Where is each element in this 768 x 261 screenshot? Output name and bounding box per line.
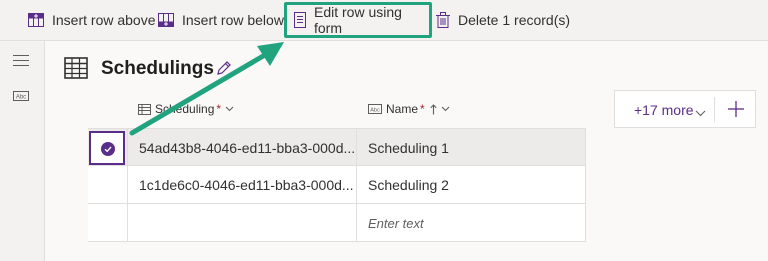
more-columns-button[interactable]: +17 more (634, 102, 694, 118)
data-grid: 54ad43b8-4046-ed11-bba3-000d... Scheduli… (88, 128, 586, 242)
insert-row-below-label: Insert row below (182, 12, 284, 28)
table-row[interactable]: 54ad43b8-4046-ed11-bba3-000d... Scheduli… (88, 128, 586, 167)
required-indicator: * (420, 102, 425, 116)
svg-text:Abc: Abc (16, 95, 26, 101)
delete-records-label: Delete 1 record(s) (458, 12, 571, 28)
form-icon (294, 12, 306, 28)
chevron-down-icon[interactable] (695, 104, 706, 122)
hamburger-menu-icon[interactable] (13, 55, 29, 70)
row-select-cell[interactable] (88, 204, 128, 242)
edit-table-pencil-icon[interactable] (216, 60, 232, 81)
edit-row-using-form-label: Edit row using form (314, 4, 402, 36)
text-column-icon: Abc (368, 104, 382, 114)
insert-row-below-icon (158, 13, 174, 27)
sort-ascending-icon[interactable] (430, 103, 437, 115)
column-label-scheduling: Scheduling (155, 102, 215, 116)
edit-row-using-form-button[interactable]: Edit row using form (284, 2, 432, 38)
required-indicator: * (216, 102, 222, 116)
row-select-cell[interactable] (88, 166, 128, 204)
divider (714, 97, 715, 122)
table-icon (64, 57, 88, 84)
chevron-down-icon[interactable] (441, 106, 450, 112)
column-header-scheduling[interactable]: Scheduling * (138, 90, 234, 128)
name-input-cell[interactable]: Enter text (357, 204, 586, 242)
insert-row-above-button[interactable]: Insert row above (28, 0, 156, 40)
more-columns-panel: +17 more (614, 90, 756, 128)
table-row[interactable]: 1c1de6c0-4046-ed11-bba3-000d... Scheduli… (88, 166, 586, 204)
name-cell[interactable]: Scheduling 2 (357, 166, 586, 204)
row-select-cell[interactable] (88, 129, 128, 167)
page-title: Schedulings (101, 58, 214, 79)
scheduling-cell[interactable]: 54ad43b8-4046-ed11-bba3-000d... (128, 129, 357, 167)
grid-header-row: Scheduling * Abc Name * (88, 90, 586, 128)
svg-text:Abc: Abc (370, 107, 380, 113)
insert-row-above-label: Insert row above (52, 12, 156, 28)
scheduling-cell[interactable] (128, 204, 357, 242)
insert-row-above-icon (28, 13, 44, 27)
trash-icon (436, 12, 450, 28)
command-bar: Insert row above Insert row below Edit r (0, 0, 768, 41)
insert-row-below-button[interactable]: Insert row below (158, 0, 284, 40)
column-header-name[interactable]: Abc Name * (368, 90, 450, 128)
name-cell[interactable]: Scheduling 1 (357, 129, 586, 167)
row-checkbox[interactable] (89, 131, 125, 165)
name-placeholder: Enter text (368, 215, 424, 231)
checkmark-icon (101, 142, 115, 156)
left-rail: Abc (0, 41, 45, 261)
delete-records-button[interactable]: Delete 1 record(s) (436, 0, 570, 40)
add-column-plus-icon[interactable] (728, 101, 744, 122)
scheduling-cell[interactable]: 1c1de6c0-4046-ed11-bba3-000d... (128, 166, 357, 204)
chevron-down-icon[interactable] (225, 106, 234, 112)
new-row[interactable]: Enter text (88, 204, 586, 242)
column-label-name: Name (386, 102, 419, 116)
text-column-icon[interactable]: Abc (13, 88, 29, 106)
list-column-icon (138, 103, 151, 115)
